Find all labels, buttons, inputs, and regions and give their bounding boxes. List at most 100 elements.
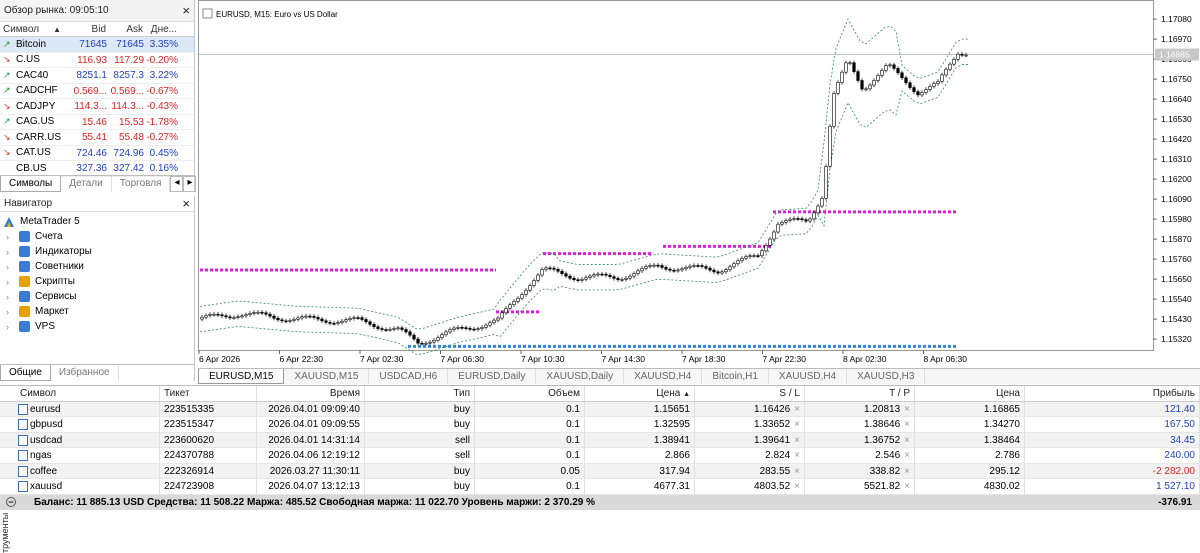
symbol-row[interactable]: ↗ CADCHF 0.569... 0.569... -0.67% xyxy=(0,84,194,99)
col-ticket[interactable]: Тикет xyxy=(160,386,257,401)
col-time[interactable]: Время xyxy=(257,386,365,401)
col-price[interactable]: Цена ▲ xyxy=(585,386,695,401)
close-icon[interactable]: × xyxy=(182,197,190,210)
chart-tab[interactable]: XAUUSD,H4 xyxy=(624,369,703,384)
chart-tab[interactable]: EURUSD,Daily xyxy=(448,369,537,384)
nav-item[interactable]: › Скрипты xyxy=(0,274,194,289)
change-value: -0.27% xyxy=(146,132,178,143)
nav-item[interactable]: › Счета xyxy=(0,229,194,244)
position-row[interactable]: gbpusd 223515347 2026.04.01 09:09:55 buy 0.1… xyxy=(0,417,1200,433)
symbol-row[interactable]: ↘ CARR.US 55.41 55.48 -0.27% xyxy=(0,130,194,146)
remove-x-icon[interactable]: × xyxy=(904,481,910,492)
candle-body xyxy=(380,328,384,330)
position-row[interactable]: coffee 222326914 2026.03.27 11:30:11 buy 0.0… xyxy=(0,463,1200,479)
candle-body xyxy=(920,92,924,96)
nav-item[interactable]: › Маркет xyxy=(0,304,194,319)
cell-sl: 4803.52 × xyxy=(695,479,805,494)
position-row[interactable]: xauusd 224723908 2026.04.07 13:12:13 buy 0.1… xyxy=(0,479,1200,495)
remove-x-icon[interactable]: × xyxy=(794,419,800,430)
scroll-right-icon[interactable]: ▸ xyxy=(183,176,197,192)
col-change[interactable]: Дне... xyxy=(146,22,180,36)
col-symbol[interactable]: Символ xyxy=(0,386,160,401)
tab-symbols[interactable]: Символы xyxy=(0,176,62,192)
col-current-price[interactable]: Цена xyxy=(915,386,1025,401)
chart-tab[interactable]: XAUUSD,H3 xyxy=(847,369,926,384)
candle-body xyxy=(708,267,712,271)
col-ask[interactable]: Ask xyxy=(109,22,146,36)
position-row[interactable]: eurusd 223515335 2026.04.01 09:09:40 buy 0.1… xyxy=(0,401,1200,417)
chart-tab[interactable]: XAUUSD,H4 xyxy=(769,369,848,384)
scroll-left-icon[interactable]: ◂ xyxy=(170,176,184,192)
chart-tab[interactable]: XAUUSD,Daily xyxy=(536,369,625,384)
nav-item[interactable]: › VPS xyxy=(0,319,194,334)
chevron-right-icon[interactable]: › xyxy=(6,307,14,317)
candle-body xyxy=(276,317,280,321)
cell-volume: 0.05 xyxy=(475,463,585,478)
nav-root[interactable]: MetaTrader 5 xyxy=(0,214,194,229)
symbol-value: xauusd xyxy=(30,481,63,492)
remove-x-icon[interactable]: × xyxy=(904,466,910,477)
candle-body xyxy=(452,327,456,330)
position-row[interactable]: ngas 224370788 2026.04.06 12:19:12 sell 0.1 2… xyxy=(0,448,1200,464)
symbol-row[interactable]: ↗ Bitcoin 71645 71645 3.35% xyxy=(0,37,194,53)
chevron-right-icon[interactable]: › xyxy=(6,262,14,272)
remove-x-icon[interactable]: × xyxy=(794,466,800,477)
position-row[interactable]: usdcad 223600620 2026.04.01 14:31:14 sell 0.… xyxy=(0,432,1200,448)
minus-circle-icon[interactable]: − xyxy=(6,496,16,507)
nav-item[interactable]: › Советники xyxy=(0,259,194,274)
tab-favorites[interactable]: Избранное xyxy=(51,365,119,381)
nav-item[interactable]: › Сервисы xyxy=(0,289,194,304)
price-tick-label: 1.16970 xyxy=(1161,34,1192,44)
chart-tab[interactable]: Bitcoin,H1 xyxy=(702,369,769,384)
col-bid[interactable]: Bid xyxy=(72,22,109,36)
chevron-right-icon[interactable]: › xyxy=(6,247,14,257)
symbol-row[interactable]: ↘ CAT.US 724.46 724.96 0.45% xyxy=(0,146,194,161)
symbol-name: C.US xyxy=(16,54,40,65)
candle-body xyxy=(424,342,428,345)
tab-details[interactable]: Детали xyxy=(61,176,112,192)
remove-x-icon[interactable]: × xyxy=(794,435,800,446)
col-tp[interactable]: T / P xyxy=(805,386,915,401)
nav-item-label: Сервисы xyxy=(35,291,77,302)
toolbox-side-tab[interactable]: трументы xyxy=(0,513,10,553)
chart-tab[interactable]: XAUUSD,M15 xyxy=(284,369,370,384)
price-tick-label: 1.16420 xyxy=(1161,134,1192,144)
candle-body xyxy=(816,205,820,214)
col-volume[interactable]: Объем xyxy=(475,386,585,401)
chevron-right-icon[interactable]: › xyxy=(6,322,14,332)
price-tick-label: 1.16310 xyxy=(1161,154,1192,164)
symbol-row[interactable]: ↘ C.US 116.93 117.29 -0.20% xyxy=(0,53,194,68)
ask-value: 114.3... xyxy=(111,101,144,112)
candle-body xyxy=(576,279,580,281)
tab-trading[interactable]: Торговля xyxy=(112,176,171,192)
symbol-row[interactable]: ↗ CAC40 8251.1 8257.3 3.22% xyxy=(0,68,194,84)
cur-value: 4830.02 xyxy=(983,481,1020,492)
remove-x-icon[interactable]: × xyxy=(794,481,800,492)
remove-x-icon[interactable]: × xyxy=(794,404,800,415)
candle-body xyxy=(680,268,684,271)
chevron-right-icon[interactable]: › xyxy=(6,277,14,287)
col-type[interactable]: Тип xyxy=(365,386,475,401)
col-sl[interactable]: S / L xyxy=(695,386,805,401)
nav-item[interactable]: › Индикаторы xyxy=(0,244,194,259)
symbol-row[interactable]: ↗ CAG.US 15.46 15.53 -1.78% xyxy=(0,115,194,130)
sl-value: 4803.52 xyxy=(754,481,791,492)
close-icon[interactable]: × xyxy=(182,4,190,17)
tab-general[interactable]: Общие xyxy=(0,365,51,381)
chart-tab[interactable]: USDCAD,H6 xyxy=(369,369,449,384)
chevron-right-icon[interactable]: › xyxy=(6,232,14,242)
candle-body xyxy=(396,327,400,330)
remove-x-icon[interactable]: × xyxy=(904,450,910,461)
remove-x-icon[interactable]: × xyxy=(904,404,910,415)
chevron-right-icon[interactable]: › xyxy=(6,292,14,302)
remove-x-icon[interactable]: × xyxy=(904,419,910,430)
remove-x-icon[interactable]: × xyxy=(904,435,910,446)
col-symbol[interactable]: Символ ▲ xyxy=(0,22,72,36)
candle-body xyxy=(352,317,356,319)
remove-x-icon[interactable]: × xyxy=(794,450,800,461)
chart-canvas[interactable]: EURUSD, M15: Euro vs US Dollar 1.17080 1.1… xyxy=(198,0,1200,368)
chart-tab[interactable]: EURUSD,M15 xyxy=(198,369,285,384)
price-chart[interactable]: EURUSD, M15: Euro vs US Dollar 1.17080 1.1… xyxy=(198,0,1200,368)
col-profit[interactable]: Прибыль xyxy=(1025,386,1200,401)
symbol-row[interactable]: ↘ CADJPY 114.3... 114.3... -0.43% xyxy=(0,99,194,115)
